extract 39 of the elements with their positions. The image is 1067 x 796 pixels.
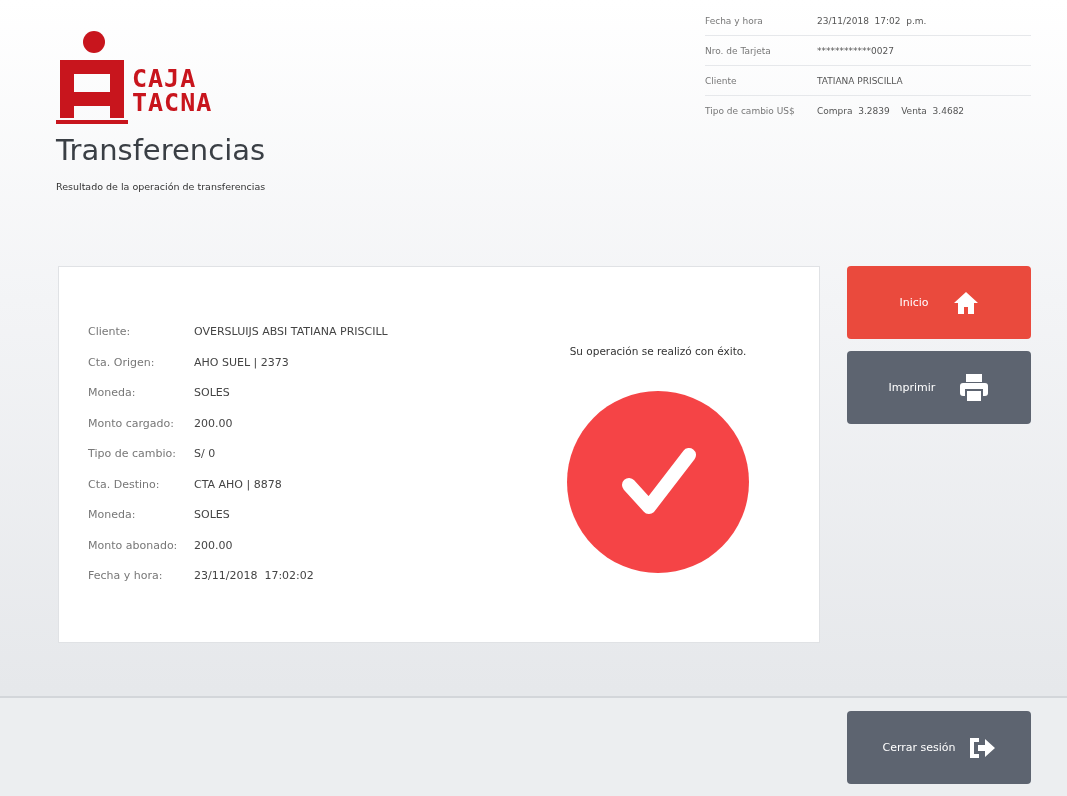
action-button[interactable]: Inicio — [847, 266, 1031, 339]
logo-text: CAJA — [132, 67, 198, 91]
detail-label: Moneda: — [88, 508, 137, 523]
info-label: Tipo de cambio US$ — [705, 105, 796, 116]
detail-label: Cliente: — [88, 325, 132, 340]
logo-icon — [56, 30, 128, 125]
info-value: ************0027 — [817, 45, 894, 56]
info-label: Fecha y hora — [705, 15, 764, 26]
detail-label: Moneda: — [88, 386, 137, 401]
detail-value: CTA AHO | 8878 — [194, 477, 282, 493]
detail-label: Fecha y hora: — [88, 569, 164, 584]
check-circle-icon — [567, 391, 749, 573]
detail-label: Cta. Origen: — [88, 355, 156, 371]
detail-value: SOLES — [194, 508, 230, 523]
printer-icon — [959, 372, 990, 403]
action-button[interactable]: Imprimir — [847, 351, 1031, 424]
page-subtitle: Resultado de la operación de transferencias — [56, 181, 267, 192]
info-value: Compra 3.2839 Venta 3.4682 — [817, 105, 965, 116]
detail-label: Monto cargado: — [88, 416, 175, 432]
detail-value: 200.00 — [194, 538, 233, 554]
info-value: TATIANA PRISCILLA — [817, 75, 903, 86]
logout-button[interactable]: Cerrar sesión — [847, 711, 1031, 784]
info-value: 23/11/2018 17:02 p.m. — [817, 15, 927, 26]
detail-value: S/ 0 — [194, 447, 216, 462]
detail-value: SOLES — [194, 386, 230, 401]
detail-value: 23/11/2018 17:02:02 — [194, 569, 314, 584]
home-icon — [952, 290, 979, 315]
detail-label: Tipo de cambio: — [88, 447, 177, 462]
logo-text: TACNA — [132, 91, 213, 115]
detail-label: Cta. Destino: — [88, 477, 161, 493]
logout-icon — [967, 735, 996, 760]
info-label: Cliente — [705, 75, 738, 86]
detail-value: OVERSLUIJS ABSI TATIANA PRISCILL — [194, 325, 388, 340]
detail-value: AHO SUEL | 2373 — [194, 355, 289, 371]
detail-label: Monto abonado: — [88, 538, 179, 554]
page-title: Transferencias — [56, 133, 267, 167]
success-message: Su operación se realizó con éxito. — [569, 345, 747, 357]
info-label: Nro. de Tarjeta — [705, 45, 772, 56]
detail-value: 200.00 — [194, 416, 233, 432]
